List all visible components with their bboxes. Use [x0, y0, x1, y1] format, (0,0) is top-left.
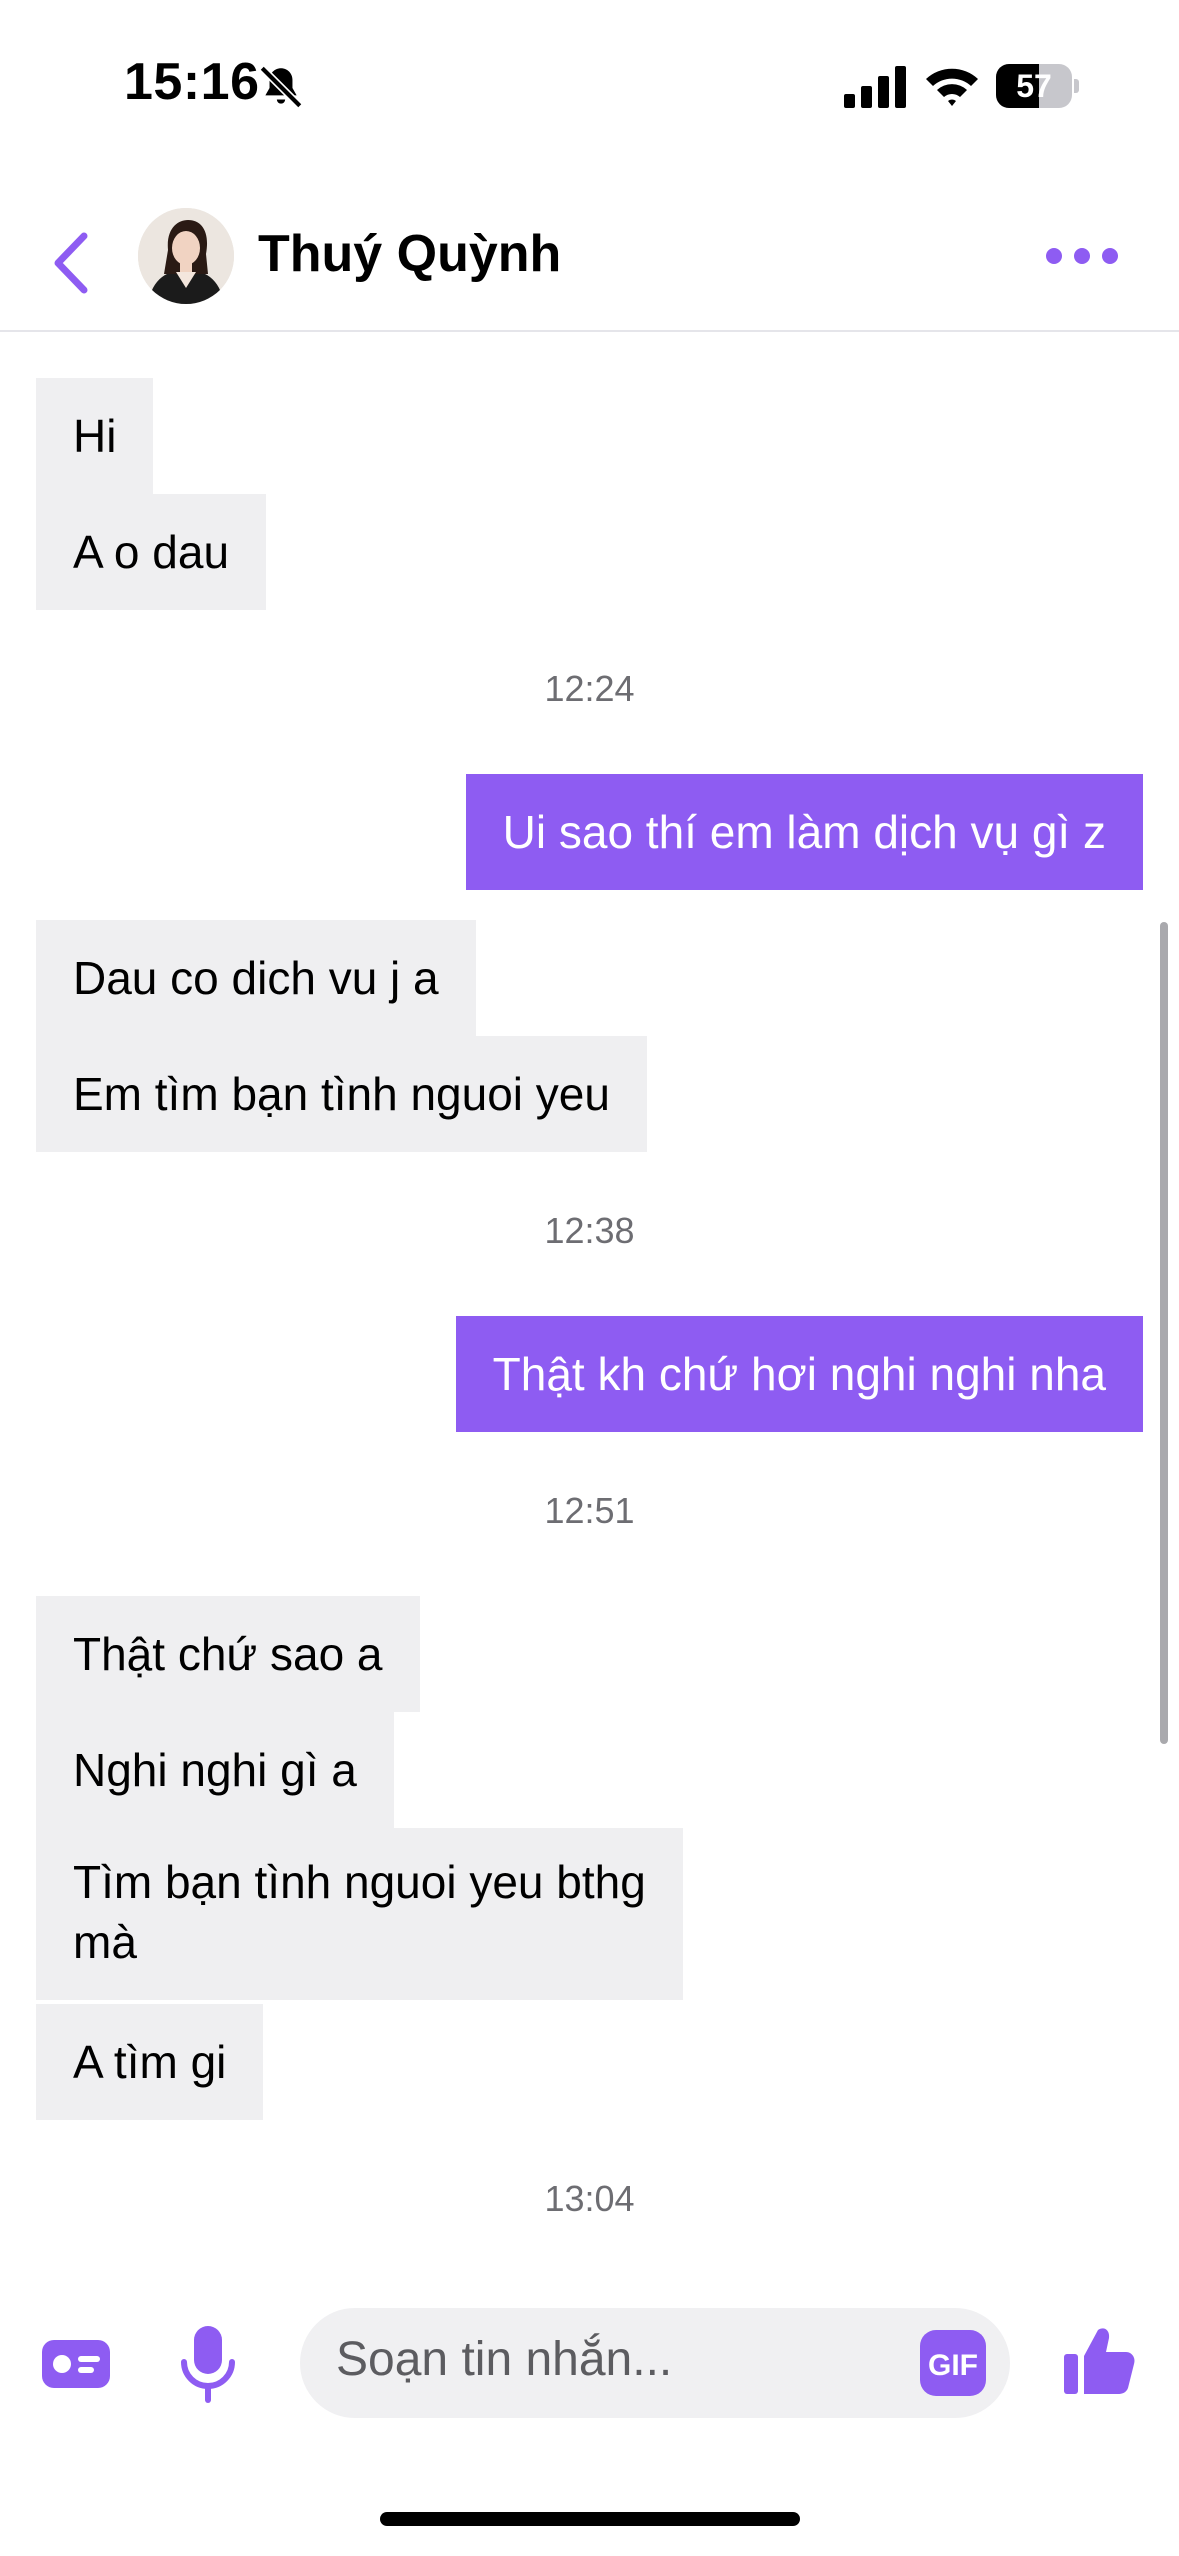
status-bar: 15:16 57	[0, 0, 1179, 170]
message-input-placeholder: Soạn tin nhắn...	[336, 2333, 673, 2386]
microphone-icon[interactable]	[176, 2324, 240, 2404]
timestamp: 12:51	[544, 1490, 635, 1531]
message-composer: Soạn tin nhắn... GIF	[0, 2290, 1179, 2440]
incoming-message[interactable]: Nghi nghi gì a	[36, 1712, 394, 1828]
incoming-message[interactable]: Tìm bạn tình nguoi yeu bthg mà	[36, 1828, 683, 2000]
incoming-message[interactable]: Dau co dich vu j a	[36, 920, 476, 1036]
timestamp: 13:04	[544, 2178, 635, 2219]
conversation-header: Thuý Quỳnh	[0, 196, 1179, 332]
home-indicator[interactable]	[380, 2512, 800, 2526]
incoming-message[interactable]: A o dau	[36, 494, 267, 610]
outgoing-message[interactable]: Ui sao thí em làm dịch vụ gì z	[465, 774, 1143, 890]
timestamp: 12:38	[544, 1210, 635, 1251]
cellular-signal-icon	[844, 66, 906, 108]
status-time: 15:16	[124, 53, 260, 111]
thumbs-up-icon[interactable]	[1062, 2324, 1136, 2398]
incoming-message[interactable]: A tìm gi	[36, 2004, 264, 2120]
timestamp: 12:24	[544, 668, 635, 709]
message-input[interactable]: Soạn tin nhắn... GIF	[300, 2308, 1010, 2418]
battery-percent: 57	[1016, 68, 1052, 104]
gif-icon[interactable]: GIF	[920, 2330, 986, 2396]
scrollbar[interactable]	[1160, 922, 1168, 1744]
wifi-icon	[926, 68, 978, 106]
avatar[interactable]	[138, 208, 234, 304]
incoming-message[interactable]: Hi	[36, 378, 154, 494]
contact-name[interactable]: Thuý Quỳnh	[258, 224, 561, 284]
outgoing-message[interactable]: Thật kh chứ hơi nghi nghi nha	[455, 1316, 1143, 1432]
bell-muted-icon	[259, 65, 303, 109]
battery-icon: 57	[996, 64, 1080, 108]
contact-card-icon[interactable]	[40, 2334, 112, 2394]
svg-text:GIF: GIF	[928, 2349, 978, 2382]
incoming-message[interactable]: Thật chứ sao a	[36, 1596, 420, 1712]
chevron-left-icon[interactable]	[44, 226, 100, 300]
incoming-message[interactable]: Em tìm bạn tình nguoi yeu	[36, 1036, 647, 1152]
more-dots-icon[interactable]	[1044, 236, 1120, 276]
